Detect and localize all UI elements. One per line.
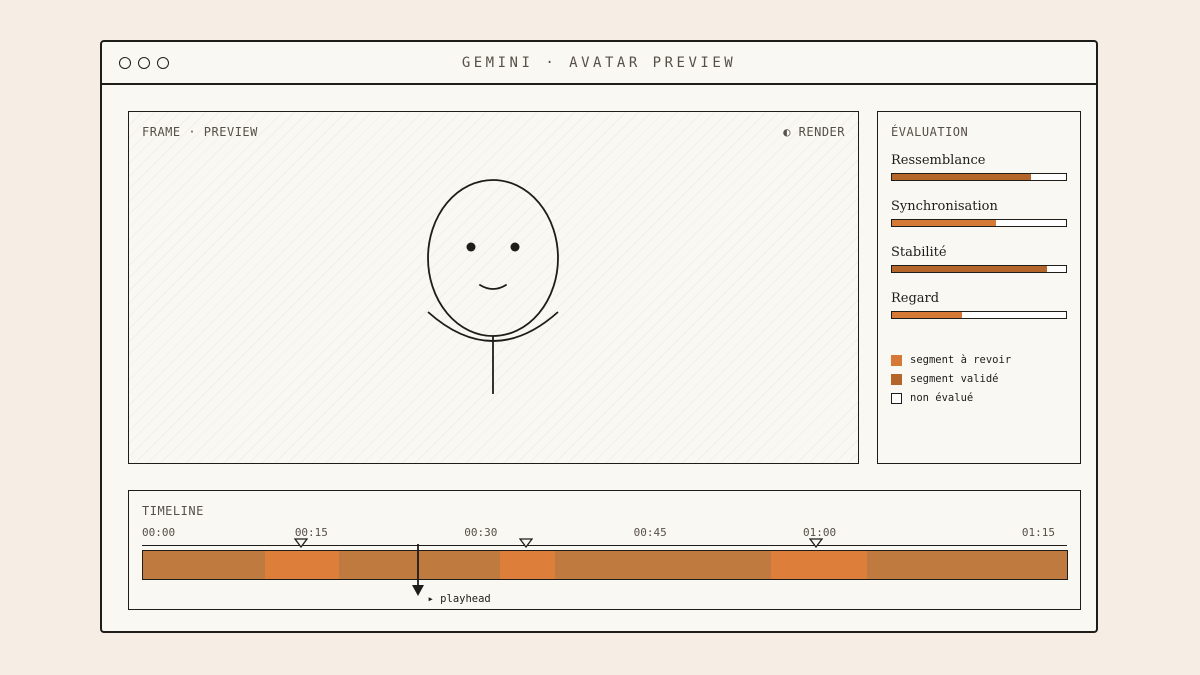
segment-marker-icon[interactable]	[294, 538, 309, 548]
review-segment[interactable]	[264, 551, 340, 579]
metric-synchronisation-fill	[892, 220, 997, 226]
legend-swatch-review	[891, 355, 902, 366]
metric-ressemblance-bar	[891, 173, 1067, 181]
timeline-track[interactable]	[142, 550, 1068, 580]
metric-stabilite-fill	[892, 266, 1047, 272]
legend-swatch-validated	[891, 374, 902, 385]
timeline-tick-label: 00:30	[464, 526, 498, 539]
segment-marker-icon[interactable]	[809, 538, 824, 548]
title-bar: GEMINI · AVATAR PREVIEW	[102, 42, 1096, 85]
timeline-tick-label: 00:45	[633, 526, 667, 539]
timeline-tick-label: 00:00	[142, 526, 176, 539]
evaluation-title: ÉVALUATION	[891, 125, 969, 139]
timeline-tick-label: 01:15	[1021, 526, 1055, 539]
avatar-figure	[427, 179, 559, 394]
metric-synchronisation-bar	[891, 219, 1067, 227]
avatar-left-eye	[466, 242, 476, 252]
legend-label-validated: segment validé	[910, 373, 999, 385]
legend-swatch-not-evaluated	[891, 393, 902, 404]
timeline-axis-line	[142, 545, 1067, 546]
preview-panel: FRAME · PREVIEW ◐ RENDER	[128, 111, 859, 464]
legend-label-not-evaluated: non évalué	[910, 392, 974, 404]
playhead-label: ▸ playhead	[427, 593, 491, 605]
metric-regard-label: Regard	[891, 291, 940, 306]
metric-synchronisation-label: Synchronisation	[891, 199, 998, 214]
segment-marker-icon[interactable]	[518, 538, 533, 548]
window-title: GEMINI · AVATAR PREVIEW	[461, 55, 737, 71]
avatar-mouth	[479, 284, 507, 290]
metric-regard-fill	[892, 312, 962, 318]
metric-regard-bar	[891, 311, 1067, 319]
evaluation-panel: ÉVALUATION Ressemblance Synchronisation …	[877, 111, 1081, 464]
legend-label-review: segment à revoir	[910, 354, 1012, 366]
metric-ressemblance-fill	[892, 174, 1032, 180]
timeline-title: TIMELINE	[142, 504, 204, 518]
playhead-icon[interactable]	[411, 544, 425, 597]
review-segment[interactable]	[499, 551, 556, 579]
app-window: GEMINI · AVATAR PREVIEW FRAME · PREVIEW …	[100, 40, 1098, 633]
metric-ressemblance-label: Ressemblance	[891, 153, 986, 168]
avatar-head	[427, 179, 559, 337]
timeline-panel: TIMELINE 00:00 00:15 00:30 00:45 01:00 01:15 …	[128, 490, 1081, 610]
review-segment[interactable]	[770, 551, 867, 579]
avatar-right-eye	[510, 242, 520, 252]
metric-stabilite-label: Stabilité	[891, 245, 947, 260]
metric-stabilite-bar	[891, 265, 1067, 273]
